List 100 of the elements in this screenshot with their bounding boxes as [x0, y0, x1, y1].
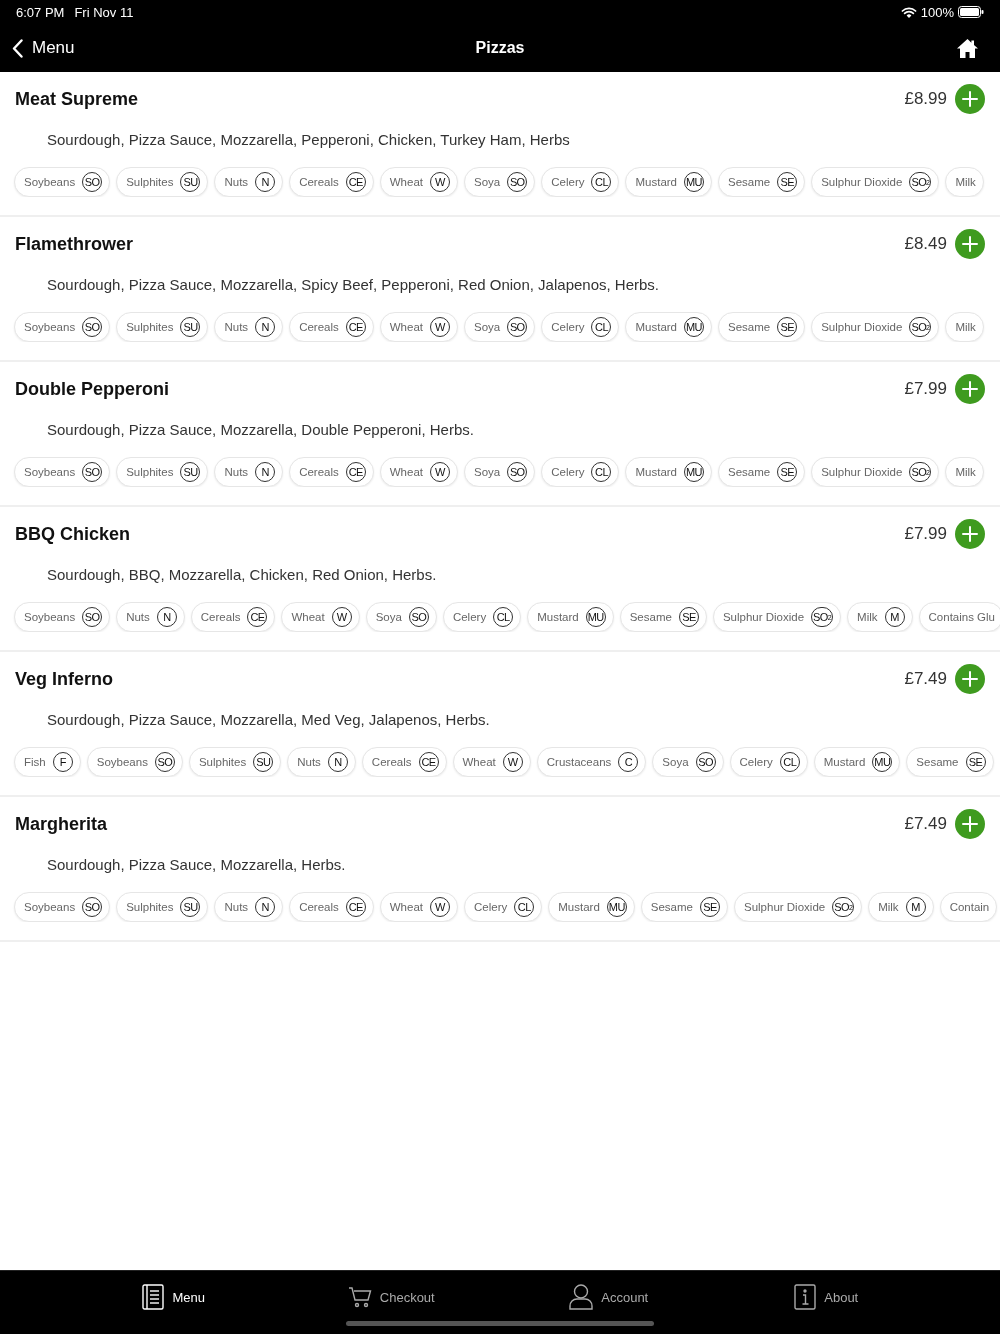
home-button[interactable]	[957, 38, 978, 58]
allergen-name: Cereals	[299, 466, 339, 478]
add-button[interactable]	[955, 519, 985, 549]
allergen-name: Celery	[551, 321, 585, 333]
item-name: Margherita	[15, 813, 108, 835]
item-price: £8.99	[904, 89, 947, 109]
allergen-name: Contain	[949, 901, 990, 913]
allergen-name: Sulphur Dioxide	[821, 321, 903, 333]
book-icon	[142, 1284, 165, 1310]
allergen-name: Celery	[474, 901, 508, 913]
item-price: £8.49	[904, 234, 947, 254]
allergen-name: Mustard	[537, 611, 579, 623]
allergen-name: Mustard	[635, 321, 677, 333]
cart-icon	[347, 1286, 372, 1308]
item-name: Veg Inferno	[15, 668, 113, 690]
plus-icon	[962, 816, 978, 832]
allergen-name: Contains Glu	[928, 611, 995, 623]
item-price: £7.99	[904, 524, 947, 544]
item-description: Sourdough, Pizza Sauce, Mozzarella, Herbs.	[47, 855, 347, 875]
chevron-left-icon	[12, 38, 23, 58]
allergen-name: Mustard	[823, 756, 866, 768]
item-price: £7.99	[904, 379, 947, 399]
person-icon	[569, 1284, 594, 1310]
allergen-name: Wheat	[389, 901, 423, 913]
allergen-name: Soya	[474, 176, 501, 188]
allergen-name: Cereals	[200, 611, 241, 623]
allergen-name: Nuts	[224, 901, 249, 913]
allergen-name: Mustard	[558, 901, 600, 913]
tab[interactable]: Account	[500, 1271, 718, 1323]
plus-icon	[962, 236, 978, 252]
allergen-name: Cereals	[299, 901, 339, 913]
home-icon	[957, 38, 978, 58]
add-button[interactable]	[955, 374, 985, 404]
allergen-name: Cereals	[371, 756, 412, 768]
allergen-name: Wheat	[389, 321, 423, 333]
item-name: BBQ Chicken	[15, 523, 131, 545]
allergen-name: Milk	[878, 901, 899, 913]
allergen-name: Cereals	[299, 176, 339, 188]
allergen-name: Celery	[452, 611, 487, 623]
allergen-name: Nuts	[224, 176, 249, 188]
tab[interactable]: Checkout	[282, 1271, 500, 1323]
page-title: Pizzas	[475, 39, 525, 57]
allergen-name: Wheat	[389, 176, 423, 188]
info-icon	[794, 1284, 817, 1310]
back-button[interactable]: Menu	[12, 38, 75, 58]
add-button[interactable]	[955, 664, 985, 694]
allergen-name: Sesame	[728, 321, 771, 333]
status-date: Fri Nov 11	[74, 4, 134, 20]
allergen-name: Sulphur Dioxide	[821, 176, 903, 188]
add-button[interactable]	[955, 809, 985, 839]
item-description: Sourdough, Pizza Sauce, Mozzarella, Spicy Beef, Pepperoni, Red Onion, Jalapenos, Herbs.	[47, 275, 660, 295]
allergen-name: Crustaceans	[546, 756, 612, 768]
allergen-name: Cereals	[299, 321, 339, 333]
allergen-name: Celery	[551, 176, 585, 188]
item-name: Double Pepperoni	[15, 378, 169, 400]
allergen-name: Milk	[955, 321, 976, 333]
allergen-name: Wheat	[291, 611, 325, 623]
status-time: 6:07 PM	[16, 4, 65, 20]
allergen-name: Sulphites	[198, 756, 247, 768]
allergen-name: Sesame	[916, 756, 959, 768]
allergen-name: Milk	[955, 176, 976, 188]
tab[interactable]: Menu	[65, 1271, 283, 1323]
allergen-name: Sulphur Dioxide	[744, 901, 826, 913]
allergen-name: Nuts	[224, 321, 249, 333]
item-description: Sourdough, BBQ, Mozzarella, Chicken, Red Onion, Herbs.	[47, 565, 438, 585]
allergen-name: Sesame	[728, 176, 771, 188]
allergen-name: Milk	[955, 466, 976, 478]
allergen-name: Sesame	[728, 466, 771, 478]
allergen-name: Celery	[739, 756, 773, 768]
allergen-name: Mustard	[635, 466, 677, 478]
allergen-name: Soya	[474, 466, 501, 478]
allergen-name: Soya	[474, 321, 501, 333]
allergen-name: Nuts	[126, 611, 150, 623]
allergen-name: Sulphur Dioxide	[722, 611, 805, 623]
add-button[interactable]	[955, 84, 985, 114]
item-description: Sourdough, Pizza Sauce, Mozzarella, Double Pepperoni, Herbs.	[47, 420, 475, 440]
allergen-name: Sesame	[629, 611, 672, 623]
battery-percent: 100%	[920, 4, 954, 20]
allergen-name: Nuts	[224, 466, 249, 478]
allergen-name: Sulphites	[126, 321, 174, 333]
wifi-icon	[900, 6, 917, 18]
plus-icon	[962, 671, 978, 687]
item-description: Sourdough, Pizza Sauce, Mozzarella, Pepperoni, Chicken, Turkey Ham, Herbs	[47, 130, 571, 150]
item-description: Sourdough, Pizza Sauce, Mozzarella, Med Veg, Jalapenos, Herbs.	[47, 710, 491, 730]
allergen-name: Soybeans	[24, 321, 76, 333]
allergen-name: Soybeans	[96, 756, 148, 768]
allergen-name: Wheat	[462, 756, 496, 768]
allergen-name: Sulphites	[126, 176, 174, 188]
plus-icon	[962, 91, 978, 107]
plus-icon	[962, 526, 978, 542]
item-name: Meat Supreme	[15, 88, 139, 110]
allergen-name: Sesame	[650, 901, 693, 913]
allergen-name: Celery	[551, 466, 585, 478]
allergen-name: Soybeans	[24, 901, 76, 913]
allergen-name: Soya	[662, 756, 689, 768]
allergen-name: Soybeans	[24, 466, 76, 478]
allergen-name: Milk	[857, 611, 878, 623]
tab[interactable]: About	[717, 1271, 935, 1323]
allergen-name: Sulphites	[126, 466, 174, 478]
add-button[interactable]	[955, 229, 985, 259]
